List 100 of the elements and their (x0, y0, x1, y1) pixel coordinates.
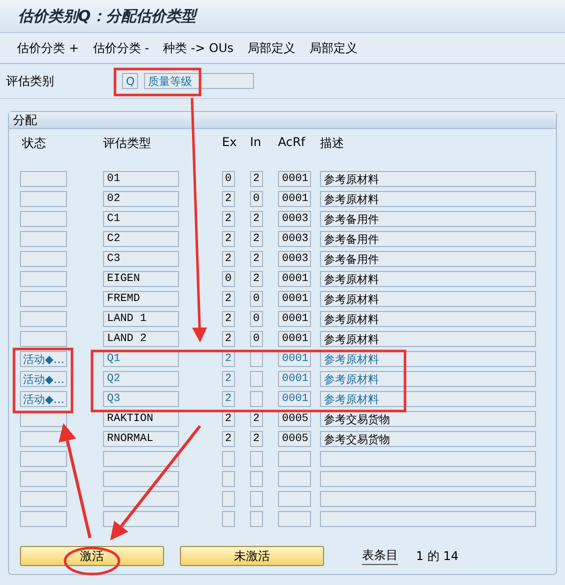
in-field[interactable]: 0 (250, 331, 263, 347)
ex-field[interactable]: 2 (222, 291, 235, 307)
acrf-field[interactable]: 0001 (278, 331, 311, 347)
toolbar-button[interactable]: 局部定义 (304, 40, 363, 56)
description-field[interactable]: 参考交易货物 (320, 431, 536, 447)
valuation-type-field[interactable]: EIGEN (103, 271, 179, 287)
valuation-type-field[interactable] (103, 491, 179, 507)
acrf-field[interactable] (278, 491, 311, 507)
status-field[interactable] (20, 231, 67, 247)
ex-field[interactable] (222, 451, 235, 467)
status-field[interactable]: 活动◆… (20, 351, 67, 367)
valuation-type-field[interactable]: C1 (103, 211, 179, 227)
description-field[interactable] (320, 491, 536, 507)
valuation-type-field[interactable]: C3 (103, 251, 179, 267)
valuation-type-field[interactable]: LAND 2 (103, 331, 179, 347)
ex-field[interactable]: 0 (222, 271, 235, 287)
acrf-field[interactable] (278, 511, 311, 527)
status-field[interactable] (20, 451, 67, 467)
in-field[interactable] (250, 451, 263, 467)
in-field[interactable]: 0 (250, 311, 263, 327)
ex-field[interactable]: 2 (222, 211, 235, 227)
description-field[interactable]: 参考原材料 (320, 391, 536, 407)
ex-field[interactable]: 2 (222, 391, 235, 407)
status-field[interactable] (20, 431, 67, 447)
description-field[interactable]: 参考原材料 (320, 351, 536, 367)
category-description-field[interactable]: 质量等级 (144, 73, 254, 89)
action-button[interactable]: 未激活 (180, 546, 324, 566)
status-field[interactable]: 活动◆… (20, 371, 67, 387)
in-field[interactable] (250, 511, 263, 527)
in-field[interactable]: 2 (250, 171, 263, 187)
ex-field[interactable]: 2 (222, 251, 235, 267)
status-field[interactable] (20, 331, 67, 347)
ex-field[interactable]: 0 (222, 171, 235, 187)
status-field[interactable] (20, 491, 67, 507)
valuation-type-field[interactable]: Q3 (103, 391, 179, 407)
ex-field[interactable]: 2 (222, 431, 235, 447)
acrf-field[interactable]: 0001 (278, 191, 311, 207)
in-field[interactable]: 0 (250, 191, 263, 207)
acrf-field[interactable]: 0001 (278, 311, 311, 327)
acrf-field[interactable]: 0005 (278, 431, 311, 447)
toolbar-button[interactable]: 估价分类 + (12, 40, 84, 56)
description-field[interactable]: 参考备用件 (320, 231, 536, 247)
status-field[interactable] (20, 191, 67, 207)
valuation-type-field[interactable]: LAND 1 (103, 311, 179, 327)
status-field[interactable] (20, 251, 67, 267)
acrf-field[interactable]: 0003 (278, 251, 311, 267)
ex-field[interactable]: 2 (222, 191, 235, 207)
valuation-type-field[interactable] (103, 451, 179, 467)
valuation-type-field[interactable]: C2 (103, 231, 179, 247)
in-field[interactable]: 0 (250, 291, 263, 307)
in-field[interactable]: 2 (250, 431, 263, 447)
acrf-field[interactable]: 0001 (278, 271, 311, 287)
status-field[interactable] (20, 211, 67, 227)
ex-field[interactable]: 2 (222, 311, 235, 327)
status-field[interactable] (20, 471, 67, 487)
description-field[interactable]: 参考原材料 (320, 331, 536, 347)
action-button[interactable]: 激活 (20, 546, 164, 566)
description-field[interactable] (320, 471, 536, 487)
status-field[interactable] (20, 511, 67, 527)
in-field[interactable] (250, 371, 263, 387)
description-field[interactable] (320, 511, 536, 527)
valuation-type-field[interactable]: RNORMAL (103, 431, 179, 447)
ex-field[interactable] (222, 471, 235, 487)
valuation-type-field[interactable]: 01 (103, 171, 179, 187)
acrf-field[interactable]: 0001 (278, 371, 311, 387)
in-field[interactable]: 2 (250, 251, 263, 267)
acrf-field[interactable]: 0003 (278, 211, 311, 227)
ex-field[interactable]: 2 (222, 231, 235, 247)
status-field[interactable] (20, 291, 67, 307)
description-field[interactable]: 参考备用件 (320, 211, 536, 227)
acrf-field[interactable] (278, 451, 311, 467)
toolbar-button[interactable]: 估价分类 - (88, 40, 154, 56)
description-field[interactable]: 参考交易货物 (320, 411, 536, 427)
description-field[interactable]: 参考原材料 (320, 291, 536, 307)
ex-field[interactable]: 2 (222, 331, 235, 347)
description-field[interactable] (320, 451, 536, 467)
ex-field[interactable] (222, 491, 235, 507)
in-field[interactable] (250, 391, 263, 407)
toolbar-button[interactable]: 局部定义 (242, 40, 301, 56)
status-field[interactable]: 活动◆… (20, 391, 67, 407)
valuation-type-field[interactable]: FREMD (103, 291, 179, 307)
status-field[interactable] (20, 171, 67, 187)
valuation-type-field[interactable] (103, 471, 179, 487)
acrf-field[interactable]: 0001 (278, 291, 311, 307)
valuation-type-field[interactable]: 02 (103, 191, 179, 207)
in-field[interactable] (250, 471, 263, 487)
in-field[interactable]: 2 (250, 211, 263, 227)
status-field[interactable] (20, 311, 67, 327)
description-field[interactable]: 参考原材料 (320, 371, 536, 387)
acrf-field[interactable]: 0001 (278, 391, 311, 407)
acrf-field[interactable] (278, 471, 311, 487)
acrf-field[interactable]: 0003 (278, 231, 311, 247)
description-field[interactable]: 参考原材料 (320, 171, 536, 187)
ex-field[interactable] (222, 511, 235, 527)
in-field[interactable] (250, 491, 263, 507)
description-field[interactable]: 参考原材料 (320, 271, 536, 287)
status-field[interactable] (20, 271, 67, 287)
valuation-type-field[interactable] (103, 511, 179, 527)
valuation-type-field[interactable]: Q2 (103, 371, 179, 387)
in-field[interactable]: 2 (250, 271, 263, 287)
